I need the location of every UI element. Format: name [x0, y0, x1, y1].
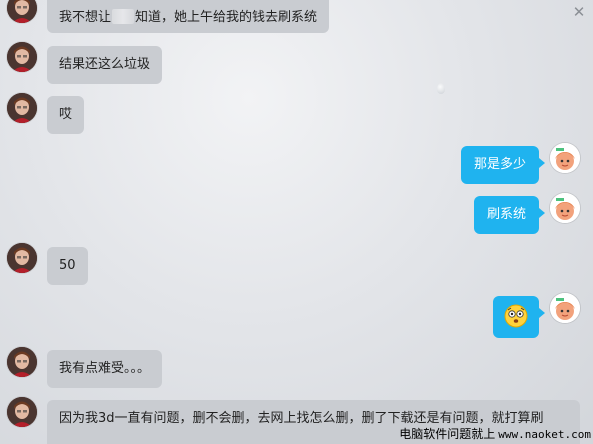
message-text: 刷系统	[486, 207, 526, 222]
site-watermark: 电脑软件问题就上 www.naoket.com	[399, 427, 591, 442]
cartoon-girl-avatar-icon[interactable]	[550, 143, 580, 173]
friend-avatar-icon[interactable]	[7, 93, 37, 123]
message-bubble-incoming[interactable]: 50	[47, 247, 88, 285]
message-text: 50	[59, 258, 76, 273]
message-bubble-outgoing[interactable]: 那是多少	[460, 146, 546, 184]
message-text: 那是多少	[473, 157, 526, 172]
close-icon[interactable]: ✕	[571, 4, 587, 20]
message-bubble-outgoing[interactable]: 刷系统	[473, 196, 546, 234]
message-text: 哎	[59, 107, 73, 122]
friend-avatar-icon[interactable]	[7, 397, 37, 427]
friend-avatar-icon[interactable]	[7, 243, 37, 273]
redacted-name	[112, 9, 135, 24]
watermark-url: www.naoket.com	[498, 428, 591, 441]
message-text: 知道，她上午给我的钱去刷系统	[135, 10, 318, 25]
message-text: 我不想让	[59, 10, 112, 25]
watermark-text: 电脑软件问题就上	[399, 427, 496, 441]
shocked-face-emoji	[504, 304, 528, 328]
message-bubble-incoming[interactable]: 我有点难受。。。	[47, 350, 163, 388]
message-bubble-outgoing[interactable]	[493, 296, 545, 338]
water-droplet-decoration	[437, 83, 445, 94]
message-bubble-incoming[interactable]: 哎	[47, 96, 85, 134]
friend-avatar-icon[interactable]	[7, 42, 37, 72]
message-text: 我有点难受。。。	[59, 361, 151, 376]
chat-window: ✕ 我不想让 知道，她上午给我的钱去刷系统 结果还这么垃圾 哎 那是多少 刷系统…	[0, 0, 593, 444]
message-text: 结果还这么垃圾	[59, 57, 151, 72]
friend-avatar-icon[interactable]	[7, 347, 37, 377]
message-bubble-incoming[interactable]: 我不想让 知道，她上午给我的钱去刷系统	[47, 0, 330, 33]
friend-avatar-icon[interactable]	[7, 0, 37, 23]
message-text: 因为我3d一直有问题，删不会删，去网上找怎么删，删了下载还是有问题，就打算刷	[59, 411, 544, 426]
cartoon-girl-avatar-icon[interactable]	[550, 193, 580, 223]
cartoon-girl-avatar-icon[interactable]	[550, 293, 580, 323]
message-bubble-incoming[interactable]: 结果还这么垃圾	[47, 46, 163, 84]
